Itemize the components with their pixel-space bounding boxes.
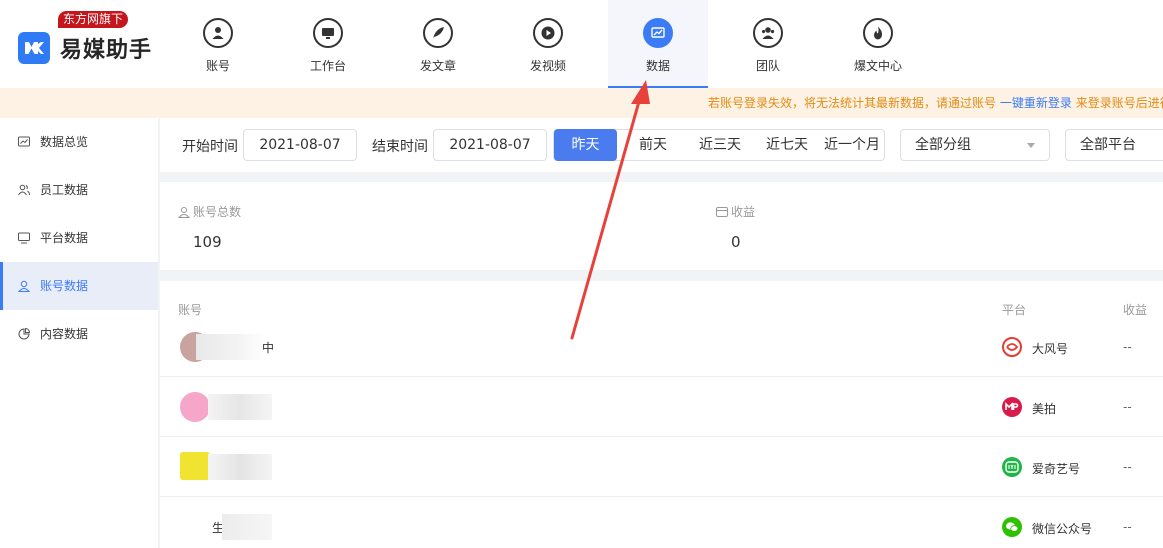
accounts-table: 账号 平台 收益 中 大风号 -- 美拍 -- 爱奇艺号 -- 生 微信公众号 …	[160, 281, 1163, 548]
wechat-icon	[1002, 517, 1022, 537]
avatar	[180, 452, 210, 480]
table-row[interactable]: 爱奇艺号 --	[160, 437, 1163, 497]
nav-workbench[interactable]: 工作台	[278, 0, 378, 88]
staff-icon	[18, 184, 30, 196]
range-month-button[interactable]: 近一个月	[820, 130, 884, 160]
dafeng-icon	[1002, 337, 1022, 357]
platform-name: 微信公众号	[1032, 522, 1093, 536]
nav-publish-video[interactable]: 发视频	[498, 0, 598, 88]
account-icon	[18, 280, 30, 292]
notice-tail: 来登录账号后进行	[1075, 96, 1163, 110]
nav-label: 爆文中心	[853, 59, 902, 73]
redacted-account-name	[208, 394, 272, 420]
nav-label: 发文章	[419, 59, 456, 73]
meipai-icon	[1002, 397, 1022, 417]
accounts-total-value: 109	[193, 233, 222, 251]
platform-select-value: 全部平台	[1080, 137, 1136, 153]
chart-icon	[643, 18, 673, 48]
sidebar-item-overview[interactable]: 数据总览	[0, 118, 158, 166]
brand-logo[interactable]: 东方网旗下 易媒助手	[16, 10, 166, 80]
sidebar-item-staff[interactable]: 员工数据	[0, 166, 158, 214]
income-value: 0	[731, 233, 741, 251]
start-time-label: 开始时间	[182, 139, 238, 155]
sidebar-item-label: 员工数据	[40, 183, 89, 197]
nav-account[interactable]: 账号	[168, 0, 268, 88]
sidebar: 数据总览 员工数据 平台数据 账号数据 内容数据	[0, 118, 158, 548]
income-cell: --	[1123, 460, 1132, 474]
relogin-link[interactable]: 一键重新登录	[1000, 96, 1072, 110]
group-select[interactable]: 全部分组	[900, 129, 1050, 161]
income-cell: --	[1123, 340, 1132, 354]
header-income: 收益	[1123, 303, 1148, 317]
fire-icon	[863, 18, 893, 48]
sidebar-item-label: 账号数据	[40, 279, 89, 293]
nav-team[interactable]: 团队	[718, 0, 818, 88]
trend-icon	[18, 136, 30, 147]
nav-viral-center[interactable]: 爆文中心	[828, 0, 928, 88]
iqiyi-icon	[1002, 457, 1022, 477]
brand-name: 易媒助手	[60, 38, 153, 63]
range-7days-button[interactable]: 近七天	[756, 130, 818, 160]
nav-publish-article[interactable]: 发文章	[388, 0, 488, 88]
chevron-down-icon	[1027, 143, 1035, 148]
sidebar-item-label: 内容数据	[40, 327, 89, 341]
account-name-fragment: 中	[262, 341, 275, 355]
table-row[interactable]: 中 大风号 --	[160, 317, 1163, 377]
redacted-account-name	[196, 334, 266, 360]
nav-data[interactable]: 数据	[608, 0, 708, 88]
platform-name: 爱奇艺号	[1032, 462, 1081, 476]
table-row[interactable]: 美拍 --	[160, 377, 1163, 437]
stats-panel: 账号总数 109 收益 0	[160, 182, 1163, 270]
sidebar-item-label: 平台数据	[40, 231, 89, 245]
start-date-input[interactable]: 2021-08-07	[243, 129, 357, 161]
wallet-icon	[716, 207, 728, 217]
redacted-account-name	[222, 514, 272, 540]
platform-icon	[18, 232, 30, 244]
sidebar-item-content[interactable]: 内容数据	[0, 310, 158, 358]
nav-label: 发视频	[529, 59, 566, 73]
platform-select[interactable]: 全部平台	[1065, 129, 1163, 161]
quick-range-group: 昨天 前天 近三天 近七天 近一个月	[553, 129, 885, 161]
income-cell: --	[1123, 520, 1132, 534]
income-cell: --	[1123, 400, 1132, 414]
sidebar-item-label: 数据总览	[40, 135, 89, 149]
pie-icon	[18, 328, 30, 340]
top-navigation: 东方网旗下 易媒助手 账号 工作台 发文章 发视频 数据 团队 爆文中心	[0, 0, 1163, 88]
nav-label: 数据	[645, 59, 670, 73]
end-date-input[interactable]: 2021-08-07	[433, 129, 547, 161]
play-icon	[533, 18, 563, 48]
avatar	[180, 392, 210, 422]
relogin-notice: 若账号登录失效，将无法统计其最新数据，请通过账号 一键重新登录 来登录账号后进行	[0, 88, 1163, 118]
redacted-account-name	[208, 454, 272, 480]
income-label: 收益	[716, 203, 755, 220]
notice-warning: 若账号登录失效，将无法统计其最新数据，请通过账号	[708, 96, 997, 110]
brand-badge: 东方网旗下	[58, 11, 129, 28]
sidebar-item-platform[interactable]: 平台数据	[0, 214, 158, 262]
header-account: 账号	[178, 303, 203, 317]
team-icon	[753, 18, 783, 48]
platform-name: 美拍	[1032, 402, 1057, 416]
range-yesterday-button[interactable]: 昨天	[554, 129, 617, 161]
app-window: 东方网旗下 易媒助手 账号 工作台 发文章 发视频 数据 团队 爆文中心 若账号…	[0, 0, 1163, 548]
user-icon	[177, 207, 191, 218]
nav-label: 团队	[755, 59, 780, 73]
range-day-before-button[interactable]: 前天	[622, 130, 684, 160]
user-icon	[203, 18, 233, 48]
filter-bar: 开始时间 2021-08-07 结束时间 2021-08-07 昨天 前天 近三…	[160, 118, 1163, 172]
feather-icon	[423, 18, 453, 48]
sidebar-item-accounts[interactable]: 账号数据	[0, 262, 158, 310]
table-row[interactable]: 生 微信公众号 --	[160, 497, 1163, 548]
nav-label: 工作台	[309, 59, 346, 73]
accounts-total-label: 账号总数	[177, 203, 241, 220]
platform-name: 大风号	[1032, 342, 1069, 356]
range-3days-button[interactable]: 近三天	[688, 130, 752, 160]
end-time-label: 结束时间	[372, 139, 428, 155]
nav-label: 账号	[205, 59, 230, 73]
monitor-icon	[313, 18, 343, 48]
logo-mark-icon	[18, 32, 50, 64]
header-platform: 平台	[1002, 303, 1027, 317]
group-select-value: 全部分组	[915, 137, 971, 153]
